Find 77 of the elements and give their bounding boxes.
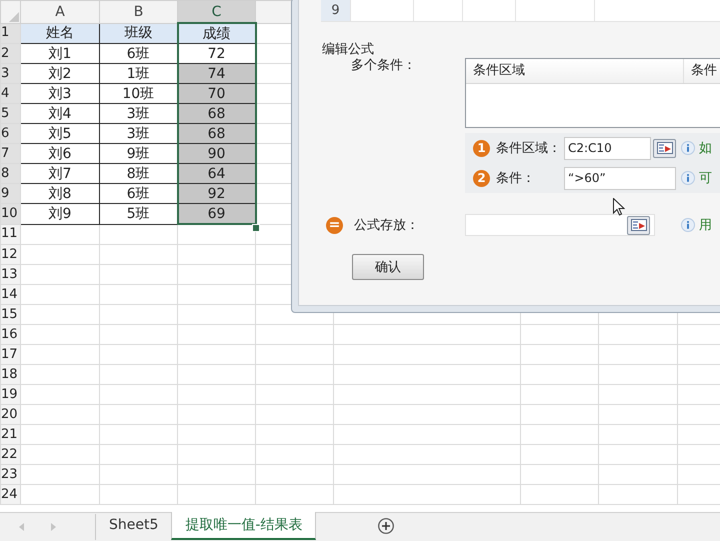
input-field[interactable]: “>60” bbox=[564, 166, 676, 190]
field-label: 条件： bbox=[496, 170, 536, 187]
table-cell: 刘9 bbox=[20, 204, 100, 224]
table-cell: 6班 bbox=[100, 44, 178, 64]
cursor-icon bbox=[613, 198, 625, 216]
table-cell: 64 bbox=[178, 164, 256, 184]
confirm-button[interactable]: 确认 bbox=[352, 254, 424, 280]
table-cell: 刘2 bbox=[20, 64, 100, 84]
row-header[interactable]: 11 bbox=[0, 224, 20, 244]
row-header[interactable]: 5 bbox=[0, 104, 20, 124]
section-title: 编辑公式 bbox=[322, 42, 375, 58]
sheet-tab[interactable]: Sheet5 bbox=[96, 512, 172, 538]
sheet-tab[interactable]: 提取唯一值-结果表 bbox=[171, 512, 316, 540]
row-header[interactable]: 22 bbox=[0, 444, 20, 464]
step-badge: 2 bbox=[473, 170, 490, 186]
conditions-list[interactable]: 条件区域 条件 bbox=[465, 58, 720, 128]
table-cell: 刘1 bbox=[20, 44, 100, 64]
row-header: 9 bbox=[321, 0, 350, 21]
column-header[interactable]: 条件区域 bbox=[466, 59, 684, 83]
add-sheet-icon[interactable] bbox=[378, 518, 394, 534]
row-header[interactable]: 2 bbox=[0, 44, 20, 64]
fill-handle[interactable] bbox=[252, 224, 260, 232]
hint-text: 如 bbox=[699, 140, 712, 157]
row-header[interactable]: 15 bbox=[0, 304, 20, 324]
column-header[interactable]: A bbox=[20, 0, 100, 23]
row-header[interactable]: 13 bbox=[0, 264, 20, 284]
step-badge: = bbox=[326, 216, 343, 234]
hint-text: 用 bbox=[699, 217, 712, 234]
table-cell: 74 bbox=[178, 64, 256, 84]
table-cell: 68 bbox=[178, 124, 256, 144]
field-label: 公式存放： bbox=[354, 217, 420, 234]
row-header[interactable]: 3 bbox=[0, 64, 20, 84]
range-picker-button[interactable] bbox=[653, 138, 676, 158]
info-icon[interactable] bbox=[681, 171, 695, 185]
row-header[interactable]: 20 bbox=[0, 404, 20, 424]
row-header[interactable]: 23 bbox=[0, 464, 20, 484]
row-header[interactable]: 14 bbox=[0, 284, 20, 304]
row-header[interactable]: 1 bbox=[0, 23, 20, 44]
table-cell: 刘5 bbox=[20, 124, 100, 144]
row-header[interactable]: 24 bbox=[0, 484, 20, 504]
row-header[interactable]: 8 bbox=[0, 164, 20, 184]
input-field[interactable]: C2:C10 bbox=[564, 136, 651, 160]
row-header[interactable]: 7 bbox=[0, 144, 20, 164]
table-cell: 刘7 bbox=[20, 164, 100, 184]
table-cell: 70 bbox=[178, 84, 256, 104]
table-cell: 刘8 bbox=[20, 184, 100, 204]
table-header-cell: 姓名 bbox=[20, 23, 100, 44]
column-header[interactable]: C bbox=[178, 0, 256, 23]
info-icon[interactable] bbox=[681, 141, 695, 155]
table-cell: 68 bbox=[178, 104, 256, 124]
table-cell: 刘6 bbox=[20, 144, 100, 164]
column-header[interactable]: 条件 bbox=[684, 59, 717, 83]
row-header[interactable]: 9 bbox=[0, 184, 20, 204]
hint-text: 可 bbox=[699, 170, 712, 187]
row-header[interactable]: 18 bbox=[0, 364, 20, 384]
field-label: 条件区域： bbox=[496, 140, 562, 157]
row-header[interactable]: 6 bbox=[0, 124, 20, 144]
row-header[interactable]: 4 bbox=[0, 84, 20, 104]
table-cell: 92 bbox=[178, 184, 256, 204]
range-picker-button[interactable] bbox=[627, 216, 650, 234]
table-cell: 刘4 bbox=[20, 104, 100, 124]
table-header-cell: 班级 bbox=[100, 23, 178, 44]
field-label: 多个条件： bbox=[350, 58, 417, 75]
input-field[interactable] bbox=[465, 214, 655, 236]
row-header[interactable]: 10 bbox=[0, 204, 20, 224]
table-cell: 刘3 bbox=[20, 84, 100, 104]
step-badge: 1 bbox=[473, 140, 490, 156]
table-header-cell: 成绩 bbox=[178, 23, 256, 44]
row-header[interactable]: 17 bbox=[0, 344, 20, 364]
row-header[interactable]: 12 bbox=[0, 244, 20, 264]
column-header[interactable]: B bbox=[100, 0, 178, 23]
info-icon[interactable] bbox=[681, 218, 695, 232]
row-header[interactable]: 19 bbox=[0, 384, 20, 404]
table-cell: 90 bbox=[178, 144, 256, 164]
row-header[interactable]: 16 bbox=[0, 324, 20, 344]
table-cell: 69 bbox=[178, 204, 256, 224]
row-header[interactable]: 21 bbox=[0, 424, 20, 444]
